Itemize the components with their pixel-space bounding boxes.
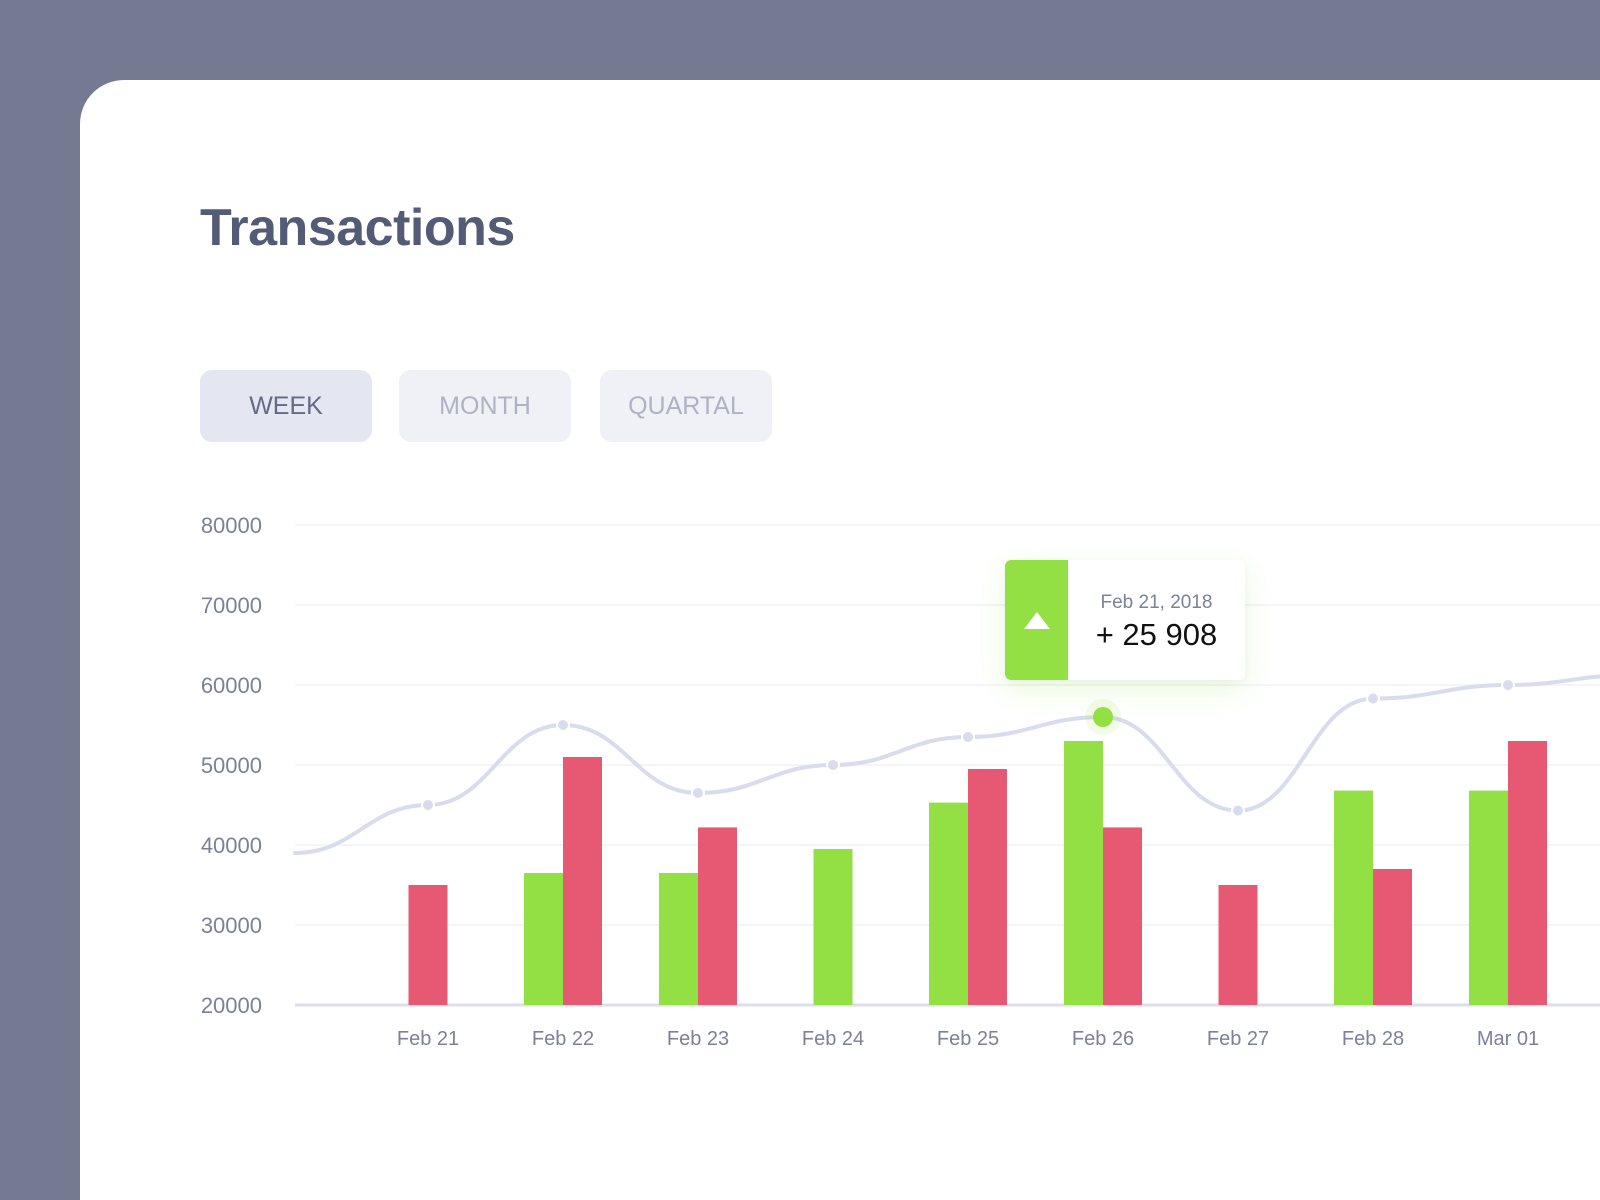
bar-layer: [408, 741, 1547, 1005]
tooltip-badge: [1005, 560, 1068, 680]
expense-bar[interactable]: [1508, 741, 1547, 1005]
arrow-up-icon: [1024, 612, 1050, 629]
income-bar[interactable]: [929, 802, 968, 1005]
y-axis-ticks: 80000 70000 60000 50000 40000 30000 20000: [201, 513, 262, 1018]
x-tick-label: Feb 22: [532, 1028, 594, 1050]
line-point[interactable]: [691, 786, 705, 800]
x-tick-label: Feb 23: [667, 1028, 729, 1050]
y-tick-label: 50000: [201, 753, 262, 778]
expense-bar[interactable]: [408, 885, 448, 1005]
line-point[interactable]: [1231, 803, 1245, 818]
y-tick-label: 30000: [201, 913, 262, 938]
expense-bar[interactable]: [968, 769, 1007, 1005]
expense-bar[interactable]: [1373, 869, 1412, 1005]
y-tick-label: 40000: [201, 833, 262, 858]
y-tick-label: 70000: [201, 593, 262, 618]
y-tick-label: 60000: [201, 673, 262, 698]
x-tick-label: Feb 28: [1342, 1028, 1404, 1050]
x-axis-ticks: Feb 21 Feb 22 Feb 23 Feb 24 Feb 25 Feb 26 Feb …: [397, 1028, 1539, 1050]
line-point[interactable]: [826, 758, 840, 772]
y-tick-label: 20000: [201, 993, 262, 1018]
income-bar[interactable]: [1469, 790, 1508, 1005]
expense-bar[interactable]: [1218, 885, 1258, 1005]
transactions-card: Transactions WEEK MONTH QUARTAL 80000 700…: [80, 80, 1600, 1200]
line-point[interactable]: [961, 730, 975, 744]
line-point[interactable]: [556, 718, 570, 732]
x-tick-label: Mar 01: [1477, 1028, 1539, 1050]
y-tick-label: 80000: [201, 513, 262, 538]
tooltip-date: Feb 21, 2018: [1100, 592, 1213, 613]
expense-bar[interactable]: [1103, 827, 1142, 1005]
line-point[interactable]: [1366, 691, 1380, 706]
line-point[interactable]: [421, 798, 435, 812]
highlighted-line-point[interactable]: [1093, 707, 1113, 727]
x-tick-label: Feb 26: [1072, 1028, 1134, 1050]
income-bar[interactable]: [659, 873, 698, 1005]
x-tick-label: Feb 27: [1207, 1028, 1269, 1050]
x-tick-label: Feb 25: [937, 1028, 999, 1050]
transactions-chart: 80000 70000 60000 50000 40000 30000 20000 Feb …: [201, 513, 1600, 1050]
x-tick-label: Feb 24: [802, 1028, 864, 1050]
income-bar[interactable]: [524, 873, 563, 1005]
x-tick-label: Feb 21: [397, 1028, 459, 1050]
expense-bar[interactable]: [698, 827, 737, 1005]
tooltip-value: + 25 908: [1095, 617, 1218, 652]
expense-bar[interactable]: [563, 757, 602, 1005]
income-bar[interactable]: [1064, 741, 1103, 1005]
income-bar[interactable]: [1334, 790, 1373, 1005]
value-tooltip: Feb 21, 2018 + 25 908: [1005, 560, 1245, 680]
line-point[interactable]: [1501, 678, 1515, 692]
income-bar[interactable]: [813, 849, 853, 1005]
